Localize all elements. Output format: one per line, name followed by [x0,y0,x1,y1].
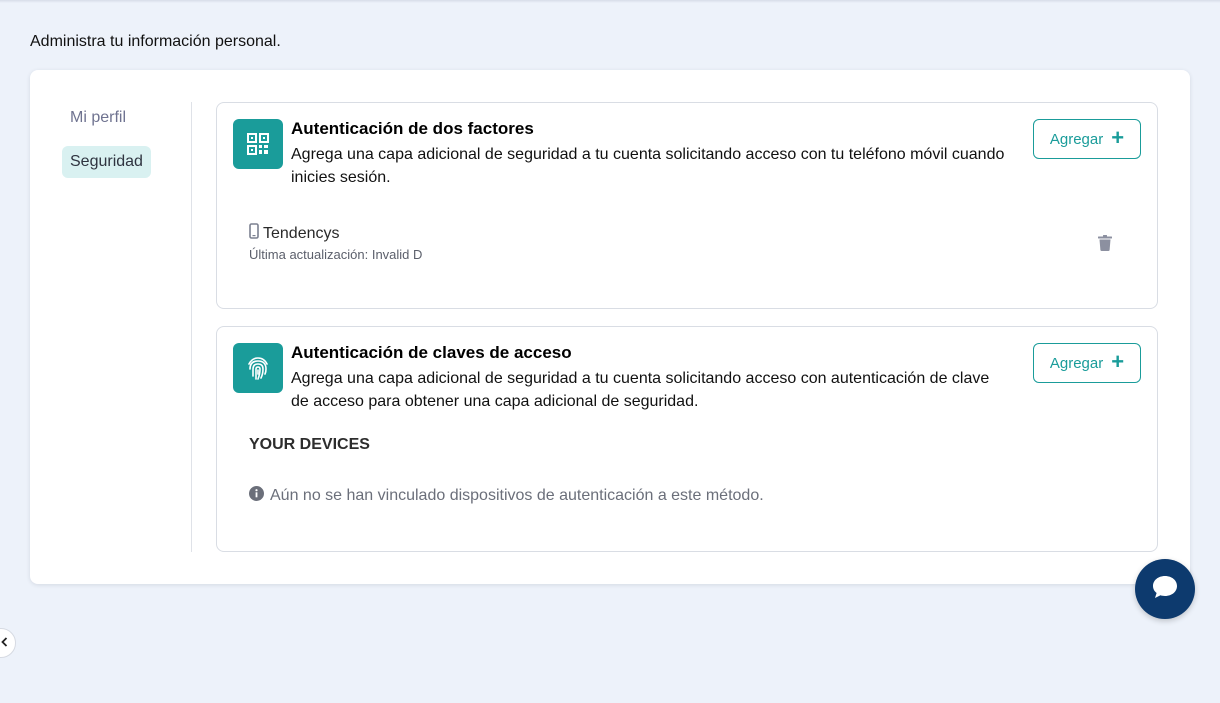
sidebar-divider [191,102,192,552]
mobile-phone-icon [249,223,259,244]
add-button-label: Agregar [1049,130,1104,148]
no-devices-text: Aún no se han vinculado dispositivos de … [270,487,764,504]
passkeys-panel: Autenticación de claves de acceso Agrega… [216,326,1158,552]
two-factor-title: Autenticación de dos factores [291,119,534,138]
device-list-item: Tendencys Última actualización: Invalid … [249,223,1129,267]
page-subtitle: Administra tu información personal. [30,33,281,50]
chevron-left-icon [1,634,8,652]
top-bar-shadow [0,0,1220,3]
chat-bubble-icon [1151,574,1179,605]
two-factor-add-button[interactable]: Agregar + [1033,119,1141,159]
device-name-row: Tendencys [249,223,340,244]
two-factor-panel: Autenticación de dos factores Agrega una… [216,102,1158,309]
sidebar-collapse-button[interactable] [0,628,16,658]
passkeys-title: Autenticación de claves de acceso [291,343,572,362]
chat-button[interactable] [1135,559,1195,619]
no-devices-message: Aún no se han vinculado dispositivos de … [249,486,764,506]
two-factor-description: Agrega una capa adicional de seguridad a… [291,146,1005,186]
delete-device-button[interactable] [1093,233,1117,257]
passkeys-description: Agrega una capa adicional de seguridad a… [291,370,990,410]
trash-icon [1098,234,1112,256]
plus-icon: + [1111,349,1125,374]
sidebar-item-profile[interactable]: Mi perfil [62,102,134,134]
your-devices-heading: YOUR DEVICES [249,436,370,453]
device-last-updated: Última actualización: Invalid D [249,247,423,262]
qr-code-icon [233,119,283,169]
settings-sidebar: Mi perfil Seguridad [30,70,192,584]
passkeys-add-button[interactable]: Agregar + [1033,343,1141,383]
sidebar-item-security[interactable]: Seguridad [62,146,151,178]
plus-icon: + [1111,125,1125,150]
add-button-label: Agregar [1049,354,1104,372]
settings-card: Mi perfil Seguridad Autenticación de dos… [30,70,1190,584]
security-settings-page: Administra tu información personal. Mi p… [0,0,1220,703]
fingerprint-icon [233,343,283,393]
info-icon [249,486,264,506]
device-name: Tendencys [263,224,340,242]
